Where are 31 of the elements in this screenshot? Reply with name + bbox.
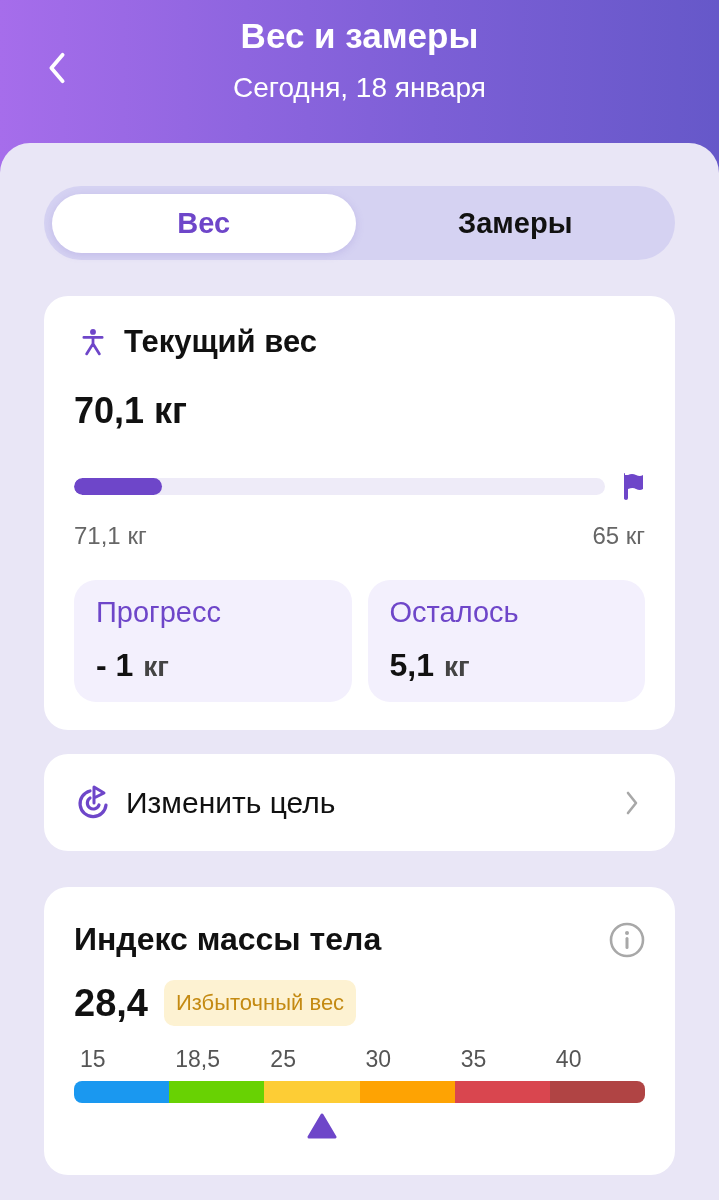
bmi-value: 28,4 <box>74 981 148 1025</box>
stat-unit: кг <box>143 651 170 683</box>
person-icon <box>82 327 104 357</box>
scale-label: 40 <box>555 1046 582 1072</box>
tab[interactable]: Вес <box>52 193 356 253</box>
goal-weight: 65 кг <box>592 522 645 550</box>
flag-icon <box>621 472 645 500</box>
category-badge: Избыточный вес <box>163 980 357 1026</box>
scale-label: 35 <box>460 1046 487 1072</box>
start-weight: 71,1 кг <box>74 522 147 550</box>
info-icon[interactable] <box>609 921 645 958</box>
tab[interactable]: Замеры <box>363 193 667 253</box>
stat-unit: кг <box>444 651 470 683</box>
stat-value: - 1 <box>96 647 134 684</box>
row-label: Изменить цель <box>126 785 337 820</box>
stat-label: Осталось <box>389 596 520 629</box>
change-goal-row[interactable]: Изменить цель <box>44 754 675 851</box>
card-title: Текущий вес <box>124 324 317 360</box>
card-title: Индекс массы тела <box>74 921 382 958</box>
stat-value: 5,1 <box>389 647 434 684</box>
back-icon[interactable] <box>47 52 67 84</box>
scale-label: 30 <box>365 1046 392 1072</box>
date-subtitle: Сегодня, 18 января <box>233 71 486 105</box>
scale-label: 25 <box>270 1046 296 1072</box>
screen-title: Вес и замеры <box>240 15 479 57</box>
weight-value: 70,1 кг <box>74 390 189 432</box>
stat-label: Прогресс <box>96 596 222 629</box>
pointer-icon <box>307 1113 338 1139</box>
scale-label: 15 <box>80 1046 106 1072</box>
chevron-right-icon <box>625 789 639 816</box>
scale-label: 18,5 <box>175 1046 220 1072</box>
